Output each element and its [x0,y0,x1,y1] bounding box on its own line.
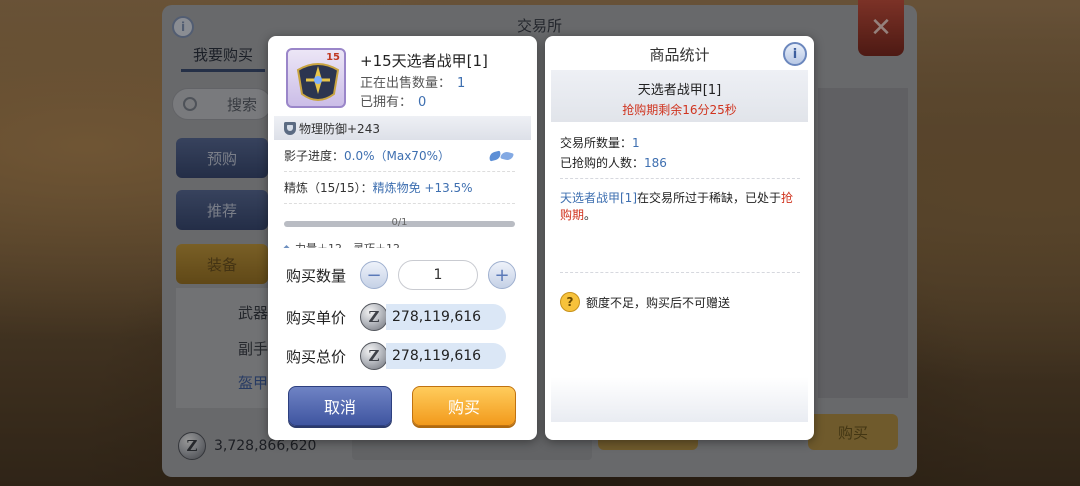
total-price-label: 购买总价 [286,347,347,366]
exchange-count-value: 1 [632,136,640,150]
shadow-progress-row: 影子进度： 0.0%（Max70%） [284,140,515,172]
item-armor-icon[interactable]: 15 [286,48,346,108]
shield-icon [284,121,296,135]
minus-icon[interactable]: − [360,261,388,289]
refine-value: 精炼物免 +13.5% [372,181,473,195]
divider [560,272,800,273]
coin-icon: Z [360,303,388,331]
unit-price-label: 购买单价 [286,308,347,327]
buyers-value: 186 [644,156,667,170]
diamond-icon [282,244,291,248]
purchase-dialog: 15 +15天选者战甲[1] 正在出售数量： 1 已拥有： 0 物理防御+243 影… [268,36,537,440]
unit-price-value: 278,119,616 [386,304,506,330]
total-price-row: 购买总价 Z 278,119,616 [286,342,506,370]
wing-icon[interactable] [489,149,515,163]
owned-count: 已拥有： 0 [360,91,426,110]
note-highlight-1: 抢 [781,191,794,205]
on-sale-count: 正在出售数量： 1 [360,72,465,91]
progress-label: 0/1 [391,217,408,228]
plus-icon[interactable]: + [488,261,516,289]
shadow-value: 0.0%（Max70%） [344,149,450,163]
note-item: 天选者战甲[1] [560,191,637,205]
refine-progress: 0/1 [284,217,515,234]
warning-text: 额度不足，购买后不可赠送 [586,295,731,310]
shadow-label: 影子进度： [284,149,345,163]
stats-title: 商品统计 [649,46,710,64]
on-sale-value: 1 [457,76,466,91]
flash-sale-timer: 抢购期剩余16分25秒 [622,103,737,117]
stats-body: 交易所数量：1 已抢购的人数：186 天选者战甲[1]在交易所过于稀缺，已处于抢… [551,122,808,422]
quantity-label: 购买数量 [286,266,347,285]
cancel-button[interactable]: 取消 [288,386,392,426]
quantity-row: 购买数量 − 1 + [286,260,516,290]
quantity-input[interactable]: 1 [398,260,478,290]
buyers-count: 已抢购的人数：186 [560,154,667,171]
owned-label: 已拥有： [360,95,413,110]
physical-defense: 物理防御+243 [299,121,380,136]
buyers-label: 已抢购的人数： [560,156,645,170]
coin-icon: Z [360,342,388,370]
attribute-header: 物理防御+243 [274,116,531,140]
divider [560,178,800,179]
extra-attribute-text: 力量＋12、灵巧＋12 [295,240,400,248]
refine-label: 精炼（15/15）： [284,181,373,195]
buy-button[interactable]: 购买 [412,386,516,426]
warning-row: ? 额度不足，购买后不可赠送 [560,292,730,312]
exchange-count-label: 交易所数量： [560,136,633,150]
item-level: 15 [326,52,340,63]
total-price-value: 278,119,616 [386,343,506,369]
unit-price-row: 购买单价 Z 278,119,616 [286,303,506,331]
info-icon[interactable]: i [783,42,807,66]
item-attributes[interactable]: 物理防御+243 影子进度： 0.0%（Max70%） 精炼（15/15）： 精… [274,116,531,248]
warning-icon: ? [560,292,580,312]
refine-row: 精炼（15/15）： 精炼物免 +13.5% [284,172,515,204]
exchange-count: 交易所数量：1 [560,134,640,151]
note-end: 。 [584,208,597,222]
note-text: 在交易所过于稀缺，已处于 [637,191,782,205]
note-highlight-2: 购期 [560,208,585,222]
scarcity-note: 天选者战甲[1]在交易所过于稀缺，已处于抢购期。 [560,190,800,224]
modal-overlay[interactable] [0,0,1080,486]
item-stats-panel: 商品统计 i 天选者战甲[1] 抢购期剩余16分25秒 交易所数量：1 已抢购的… [545,36,814,440]
extra-attribute: 力量＋12、灵巧＋12 [282,240,515,248]
item-name: +15天选者战甲[1] [360,52,488,70]
stats-header: 天选者战甲[1] 抢购期剩余16分25秒 [551,70,808,122]
stats-item-name: 天选者战甲[1] [637,83,722,98]
on-sale-label: 正在出售数量： [360,76,452,91]
owned-value: 0 [418,95,427,110]
